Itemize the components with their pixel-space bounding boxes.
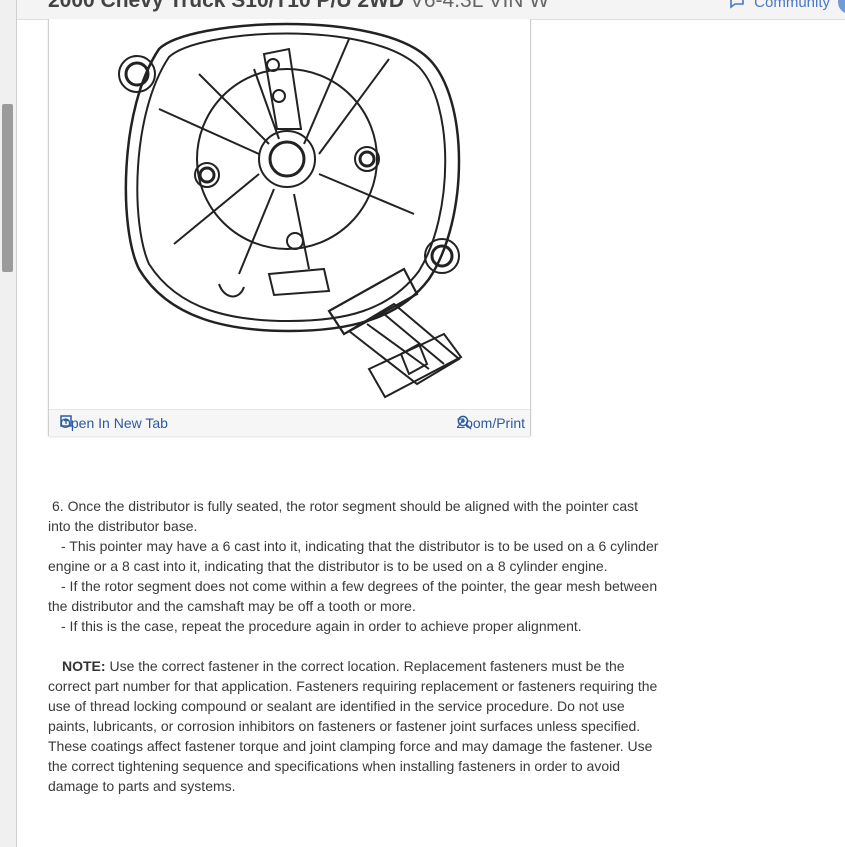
- vehicle-engine: V6-4.3L VIN W: [409, 0, 550, 12]
- open-in-new-tab-label: Open In New Tab: [60, 415, 168, 431]
- step-6-bullet-1: - This pointer may have a 6 cast into it…: [48, 538, 659, 574]
- vehicle-title: 2000 Chevy Truck S10/T10 P/U 2WD V6-4.3L…: [48, 0, 549, 14]
- step-6-bullet-3: - If this is the case, repeat the proced…: [61, 618, 582, 634]
- note-label: NOTE:: [62, 658, 106, 674]
- procedure-content: 6. Once the distributor is fully seated,…: [48, 496, 663, 796]
- open-in-new-tab-icon: [60, 415, 72, 427]
- zoom-print-button[interactable]: Zoom/Print: [457, 415, 525, 431]
- vehicle-model: 2000 Chevy Truck S10/T10 P/U 2WD: [48, 0, 405, 12]
- community-label: Community: [754, 0, 831, 11]
- note-text: Use the correct fastener in the correct …: [48, 658, 658, 794]
- community-chat-icon: [730, 0, 744, 9]
- vehicle-header: 2000 Chevy Truck S10/T10 P/U 2WD V6-4.3L…: [17, 0, 845, 20]
- scrollbar-thumb[interactable]: [2, 104, 13, 272]
- zoom-in-icon: [457, 415, 472, 430]
- community-count-badge: 20: [838, 0, 845, 14]
- figure-toolbar: Open In New Tab Zoom/Print: [49, 409, 530, 436]
- page-scrollbar[interactable]: [0, 0, 17, 847]
- open-in-new-tab-button[interactable]: Open In New Tab: [60, 415, 168, 431]
- distributor-diagram: [118, 22, 463, 399]
- note-paragraph: NOTE: Use the correct fastener in the co…: [48, 656, 663, 796]
- step-6-bullet-2: - If the rotor segment does not come wit…: [48, 578, 658, 614]
- community-link[interactable]: Community 20: [730, 0, 845, 14]
- step-6-text: 6. Once the distributor is fully seated,…: [48, 498, 638, 534]
- figure-card: Open In New Tab Zoom/Print: [48, 19, 531, 436]
